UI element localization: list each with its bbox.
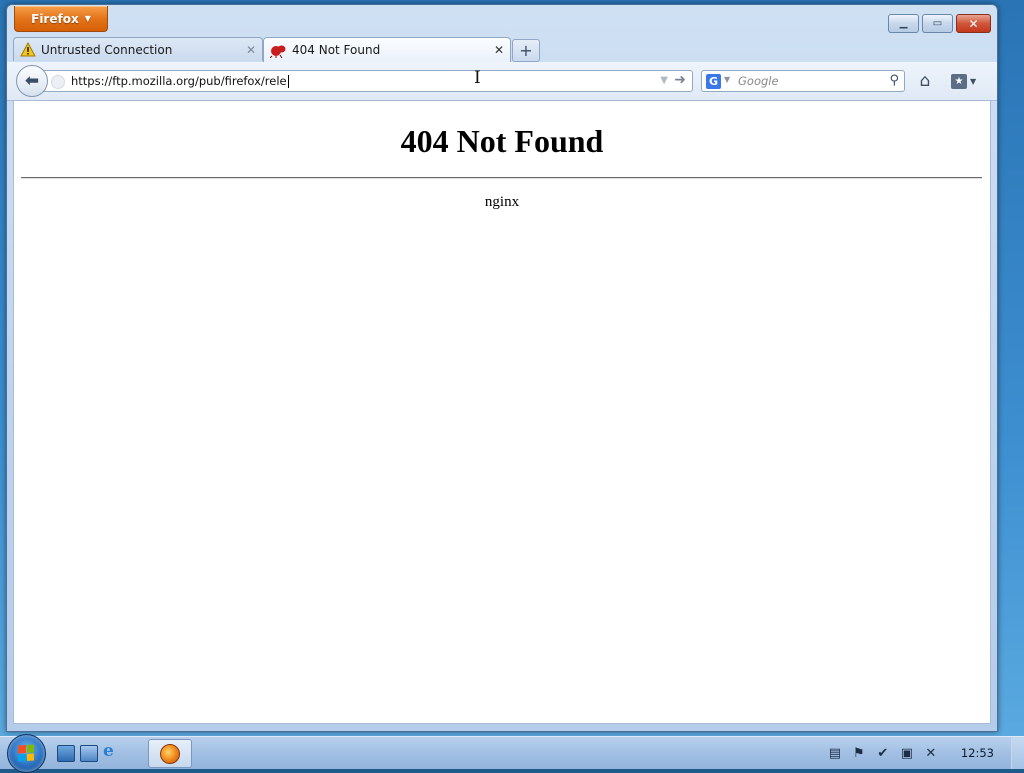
new-tab-button[interactable]: +: [512, 39, 540, 62]
back-arrow-icon: ⬅: [24, 71, 40, 91]
minimize-button[interactable]: ▁: [888, 14, 919, 33]
plus-icon: +: [519, 41, 533, 60]
minimize-icon: ▁: [899, 18, 908, 29]
firefox-menu-button[interactable]: Firefox ▼: [14, 6, 108, 32]
system-tray: ▤ ⚑ ✔ ▣ ✕ 12:53: [823, 737, 1024, 769]
search-input[interactable]: Google: [738, 74, 779, 88]
window-caption-buttons: ▁ ▭ ✕: [888, 14, 991, 33]
back-button[interactable]: ⬅: [16, 65, 48, 97]
warning-icon: [20, 42, 36, 57]
volume-muted-icon[interactable]: ✕: [923, 745, 939, 761]
show-desktop-quicklaunch-icon[interactable]: [57, 745, 75, 762]
firefox-icon: [160, 743, 180, 764]
server-name: nginx: [484, 194, 520, 210]
star-icon: ★: [951, 73, 967, 89]
switch-windows-icon[interactable]: [80, 745, 98, 762]
tab-close-icon[interactable]: ✕: [246, 43, 256, 57]
magnifier-icon[interactable]: ⚲: [889, 73, 899, 88]
search-engine-dropdown-icon[interactable]: ▼: [724, 75, 730, 84]
start-button[interactable]: [7, 734, 46, 773]
navigation-toolbar: https://ftp.mozilla.org/pub/firefox/rele…: [7, 62, 997, 101]
site-identity-icon[interactable]: [51, 75, 65, 89]
internet-explorer-icon[interactable]: e: [103, 741, 119, 761]
chevron-down-icon: ▼: [84, 14, 91, 23]
close-window-button[interactable]: ✕: [956, 14, 991, 33]
history-dropdown-icon[interactable]: ▼: [660, 75, 668, 86]
tab-404-not-found[interactable]: 404 Not Found ✕: [263, 37, 511, 62]
firefox-menu-label: Firefox: [31, 11, 79, 26]
tab-untrusted-connection[interactable]: Untrusted Connection ✕: [13, 37, 263, 61]
text-caret: [287, 75, 289, 88]
divider: [21, 177, 982, 179]
restore-button[interactable]: ▭: [922, 14, 953, 33]
clock[interactable]: 12:53: [961, 746, 994, 760]
network-icon[interactable]: ▣: [899, 745, 915, 761]
tab-label: 404 Not Found: [292, 43, 381, 57]
ant-favicon-icon: [270, 45, 286, 58]
tab-close-icon[interactable]: ✕: [494, 43, 504, 57]
action-center-flag-icon[interactable]: ⚑: [851, 745, 867, 761]
document-icon[interactable]: ▤: [827, 745, 843, 761]
restore-icon: ▭: [932, 18, 943, 29]
bookmarks-button[interactable]: ★ ▼: [951, 71, 983, 91]
go-arrow-icon[interactable]: ➜: [674, 72, 686, 88]
google-icon[interactable]: G: [706, 74, 721, 89]
url-text: https://ftp.mozilla.org/pub/firefox/rele: [71, 74, 287, 88]
text-cursor-icon: I: [474, 68, 481, 88]
home-button[interactable]: ⌂: [915, 71, 935, 91]
close-icon: ✕: [968, 16, 979, 31]
browser-window: Firefox ▼ ▁ ▭ ✕ Untrusted Connection ✕ 4…: [6, 4, 998, 732]
page-content: 404 Not Found nginx: [13, 100, 991, 724]
chevron-down-icon: ▼: [970, 76, 977, 86]
taskbar-firefox-button[interactable]: [148, 739, 192, 768]
security-icon[interactable]: ✔: [875, 745, 891, 761]
taskbar: e ▤ ⚑ ✔ ▣ ✕ 12:53: [0, 734, 1024, 773]
tab-label: Untrusted Connection: [41, 42, 173, 57]
url-bar[interactable]: https://ftp.mozilla.org/pub/firefox/rele…: [43, 70, 693, 92]
url-input[interactable]: https://ftp.mozilla.org/pub/firefox/rele: [71, 74, 289, 88]
windows-logo-icon: [18, 744, 34, 762]
show-desktop-button[interactable]: [1011, 737, 1024, 769]
tab-bar: Untrusted Connection ✕ 404 Not Found ✕ +: [13, 37, 993, 63]
search-box[interactable]: G ▼ Google ⚲: [701, 70, 905, 92]
home-icon: ⌂: [919, 71, 931, 91]
page-heading: 404 Not Found: [400, 123, 604, 159]
